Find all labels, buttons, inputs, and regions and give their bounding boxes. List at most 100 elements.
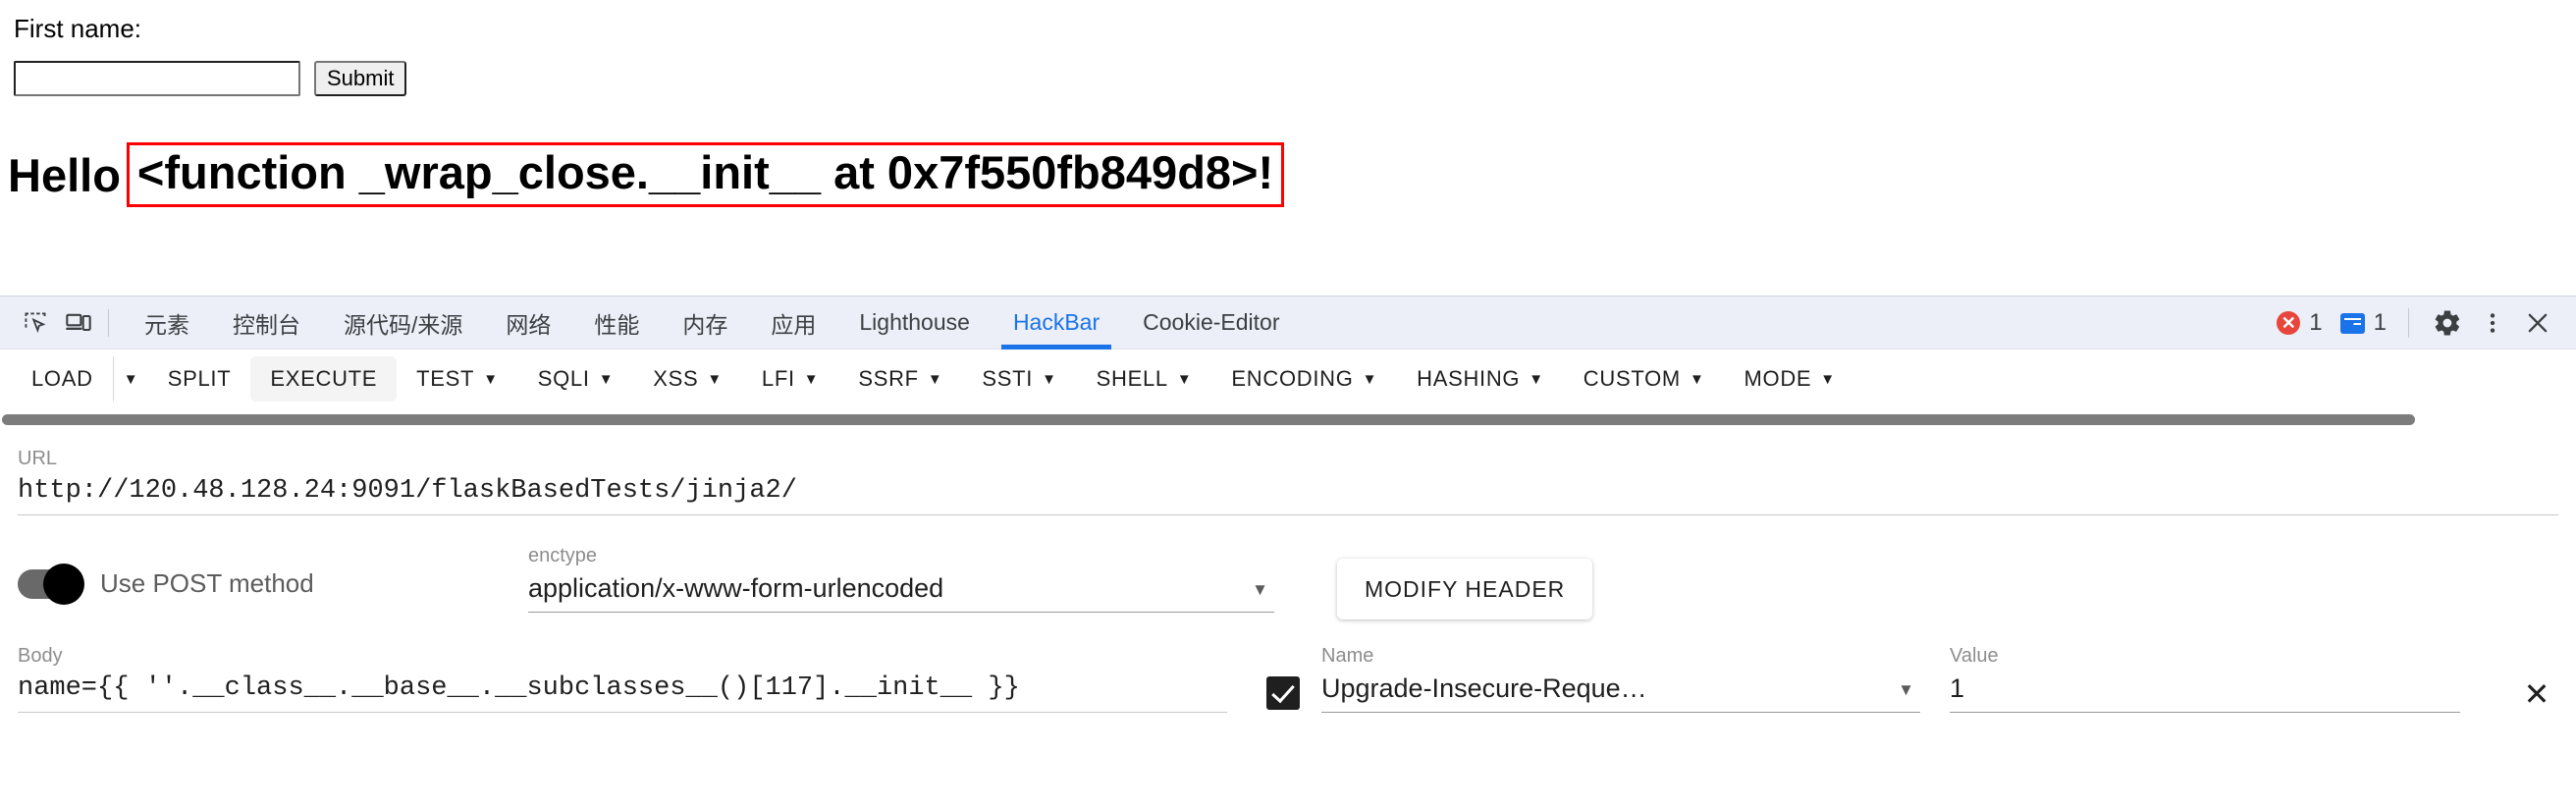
use-post-method-toggle[interactable] [18, 563, 84, 605]
scrollbar-thumb[interactable] [2, 414, 2415, 425]
devtools-tabbar: 元素 控制台 源代码/来源 网络 性能 内存 应用 Lighthouse Hac… [0, 296, 2576, 350]
chevron-down-icon: ▼ [707, 370, 723, 388]
close-icon[interactable] [2515, 300, 2560, 346]
hackbar-toolbar: LOAD ▼ SPLIT EXECUTE TEST ▼ SQLI ▼ XSS ▼ LF… [0, 350, 2576, 408]
message-count: 1 [2373, 309, 2387, 336]
load-chevron-down-icon[interactable]: ▼ [112, 356, 148, 402]
hackbar-hashing-button[interactable]: HASHING ▼ [1397, 356, 1564, 402]
tab-console[interactable]: 控制台 [211, 296, 322, 350]
hackbar-split-button[interactable]: SPLIT [148, 356, 251, 402]
device-toolbar-icon[interactable] [57, 303, 100, 343]
toolbar-divider [108, 308, 109, 337]
hackbar-lfi-button[interactable]: LFI ▼ [742, 356, 838, 402]
url-label: URL [18, 448, 58, 469]
hackbar-mode-label: MODE [1744, 366, 1812, 391]
chevron-down-icon: ▼ [1898, 680, 1914, 699]
hackbar-sqli-button[interactable]: SQLI ▼ [518, 356, 633, 402]
header-name-group: Name Upgrade-Insecure-Reque… ▼ [1321, 645, 1920, 713]
toggle-knob [43, 563, 84, 605]
tab-lighthouse[interactable]: Lighthouse [837, 296, 992, 350]
error-icon: ✕ [2277, 311, 2301, 335]
chevron-down-icon: ▼ [1689, 370, 1705, 388]
body-label: Body [18, 645, 63, 667]
hackbar-sqli-label: SQLI [537, 366, 590, 391]
inspect-element-icon[interactable] [14, 303, 57, 343]
tab-sources[interactable]: 源代码/来源 [322, 296, 484, 350]
horizontal-scrollbar[interactable] [0, 412, 2576, 426]
hackbar-execute-button[interactable]: EXECUTE [250, 356, 398, 402]
hackbar-ssrf-button[interactable]: SSRF ▼ [838, 356, 962, 402]
chevron-down-icon: ▼ [1820, 370, 1836, 388]
status-divider [2408, 308, 2409, 338]
greeting-prefix: Hello [8, 148, 121, 201]
chevron-down-icon: ▼ [803, 370, 820, 388]
first-name-label: First name: [14, 14, 142, 43]
enctype-select[interactable]: application/x-www-form-urlencoded ▼ [528, 573, 1274, 613]
modify-header-button[interactable]: MODIFY HEADER [1337, 559, 1593, 619]
hackbar-panel: LOAD ▼ SPLIT EXECUTE TEST ▼ SQLI ▼ XSS ▼ LF… [0, 350, 2576, 807]
submit-button[interactable]: Submit [314, 61, 407, 96]
hackbar-custom-label: CUSTOM [1583, 366, 1681, 391]
chevron-down-icon: ▼ [1362, 370, 1378, 388]
hackbar-custom-button[interactable]: CUSTOM ▼ [1564, 356, 1725, 402]
first-name-input[interactable] [14, 61, 300, 96]
tab-elements[interactable]: 元素 [123, 296, 211, 350]
kebab-menu-icon[interactable] [2470, 300, 2515, 346]
devtools-status-area: ✕ 1 1 [2277, 296, 2560, 350]
hackbar-encoding-button[interactable]: ENCODING ▼ [1211, 356, 1397, 402]
error-badge[interactable]: ✕ 1 [2277, 309, 2323, 337]
hackbar-shell-button[interactable]: SHELL ▼ [1077, 356, 1212, 402]
tab-performance[interactable]: 性能 [572, 296, 661, 350]
error-x-glyph: ✕ [2277, 311, 2301, 335]
hackbar-lfi-label: LFI [761, 366, 795, 391]
hackbar-ssti-button[interactable]: SSTI ▼ [962, 356, 1076, 402]
header-value-group: Value [1950, 645, 2460, 713]
url-input[interactable] [18, 476, 2558, 515]
hackbar-ssrf-label: SSRF [858, 366, 919, 391]
hackbar-test-button[interactable]: TEST ▼ [397, 356, 518, 402]
message-badge[interactable]: 1 [2339, 309, 2387, 337]
tab-hackbar[interactable]: HackBar [992, 296, 1121, 350]
devtools-panel: 元素 控制台 源代码/来源 网络 性能 内存 应用 Lighthouse Hac… [0, 296, 2576, 807]
chevron-down-icon: ▼ [1042, 370, 1057, 388]
custom-header-row: Name Upgrade-Insecure-Reque… ▼ Value ✕ [1227, 645, 2558, 716]
header-enabled-checkbox[interactable] [1266, 676, 1300, 710]
tab-application[interactable]: 应用 [749, 296, 837, 350]
body-input[interactable] [18, 673, 1227, 713]
hackbar-shell-label: SHELL [1096, 366, 1168, 391]
request-options-row: Use POST method enctype application/x-ww… [0, 515, 2576, 619]
url-field-group: URL [0, 426, 2576, 515]
chevron-down-icon: ▼ [927, 370, 943, 388]
chevron-down-icon: ▼ [1252, 580, 1268, 599]
hackbar-mode-button[interactable]: MODE ▼ [1724, 356, 1854, 402]
hackbar-test-label: TEST [416, 366, 475, 391]
post-method-group: Use POST method [18, 545, 528, 605]
hackbar-load-button[interactable]: LOAD [12, 356, 113, 402]
hackbar-encoding-label: ENCODING [1231, 366, 1354, 391]
error-count: 1 [2309, 309, 2323, 336]
message-icon [2339, 312, 2365, 334]
greeting-payload-highlight: <function _wrap_close.__init__ at 0x7f55… [126, 142, 1285, 207]
hackbar-hashing-label: HASHING [1417, 366, 1521, 391]
body-field-group: Body [18, 645, 1227, 713]
remove-header-button[interactable]: ✕ [2515, 672, 2558, 716]
devtools-tab-list: 元素 控制台 源代码/来源 网络 性能 内存 应用 Lighthouse Hac… [123, 296, 1301, 350]
hackbar-xss-label: XSS [653, 366, 699, 391]
name-form: Submit [14, 61, 407, 96]
enctype-value: application/x-www-form-urlencoded [528, 573, 944, 603]
enctype-label: enctype [528, 545, 598, 566]
header-value-input[interactable] [1950, 673, 2460, 713]
chevron-down-icon: ▼ [483, 370, 499, 388]
header-name-value: Upgrade-Insecure-Reque… [1321, 673, 1647, 703]
gear-icon[interactable] [2425, 300, 2470, 346]
chevron-down-icon: ▼ [1176, 370, 1193, 388]
header-name-select[interactable]: Upgrade-Insecure-Reque… ▼ [1321, 673, 1920, 713]
header-name-label: Name [1321, 645, 1374, 667]
body-and-header-row: Body Name Upgrade-Insecure-Reque… ▼ Valu… [0, 619, 2576, 716]
tab-network[interactable]: 网络 [484, 296, 572, 350]
hackbar-ssti-label: SSTI [982, 366, 1034, 391]
tab-cookie-editor[interactable]: Cookie-Editor [1121, 296, 1301, 350]
greeting-line: Hello <function _wrap_close.__init__ at … [8, 142, 1285, 207]
tab-memory[interactable]: 内存 [661, 296, 749, 350]
hackbar-xss-button[interactable]: XSS ▼ [633, 356, 742, 402]
